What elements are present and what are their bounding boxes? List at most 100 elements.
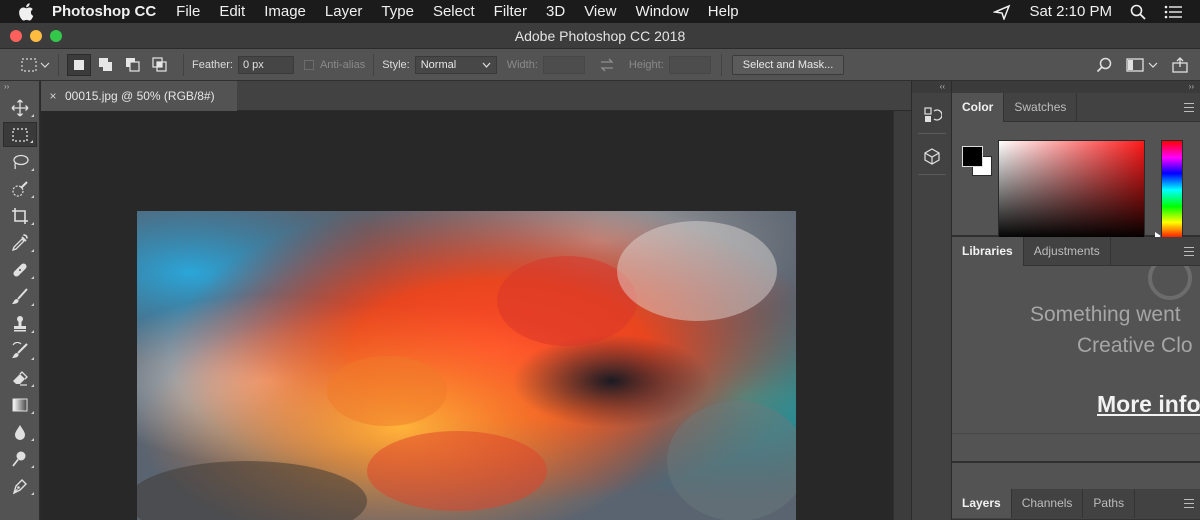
panel-menu-icon[interactable]	[1184, 247, 1194, 256]
share-icon[interactable]	[1172, 57, 1188, 73]
anti-alias-label: Anti-alias	[319, 58, 366, 71]
height-input[interactable]	[668, 55, 711, 74]
expand-dock-icon[interactable]: ‹‹	[912, 81, 951, 93]
crop-tool[interactable]	[3, 203, 37, 228]
tab-layers[interactable]: Layers	[952, 489, 1012, 518]
add-selection-icon	[99, 57, 112, 71]
tab-paths[interactable]: Paths	[1083, 489, 1136, 518]
menu-3d[interactable]: 3D	[546, 3, 565, 20]
bandage-icon	[13, 262, 27, 277]
workspace-icon	[1126, 58, 1144, 72]
swap-width-height-icon[interactable]	[599, 58, 615, 72]
3d-panel-button[interactable]	[916, 142, 948, 170]
menu-type[interactable]: Type	[381, 3, 414, 20]
divider	[58, 53, 59, 76]
history-brush-tool[interactable]	[3, 338, 37, 363]
tool-flyout-indicator	[31, 222, 34, 225]
canvas-area[interactable]	[41, 111, 893, 520]
spotlight-search-icon[interactable]	[1130, 4, 1146, 20]
apple-icon[interactable]	[0, 2, 52, 21]
move-tool[interactable]	[3, 95, 37, 120]
workspace-switcher[interactable]	[1126, 58, 1158, 72]
tab-color[interactable]: Color	[952, 93, 1005, 122]
menu-image[interactable]: Image	[264, 3, 306, 20]
collapse-toolbar-icon[interactable]: ››	[0, 81, 39, 93]
select-and-mask-button[interactable]: Select and Mask...	[731, 54, 845, 75]
intersect-selection-button[interactable]	[148, 54, 172, 76]
pen-icon	[12, 478, 27, 494]
dodge-tool[interactable]	[3, 446, 37, 471]
history-brush-icon	[12, 341, 28, 358]
style-select[interactable]: Normal	[414, 55, 497, 74]
macos-menu-bar: Photoshop CC File Edit Image Layer Type …	[0, 0, 1200, 23]
clone-stamp-tool[interactable]	[3, 311, 37, 336]
gradient-icon	[12, 398, 28, 411]
tool-preset-picker[interactable]	[20, 57, 50, 73]
tool-flyout-indicator	[31, 276, 34, 279]
tab-channels[interactable]: Channels	[1012, 489, 1084, 518]
pen-tool[interactable]	[3, 473, 37, 498]
subtract-from-selection-button[interactable]	[121, 54, 145, 76]
hue-slider[interactable]	[1161, 140, 1183, 240]
new-selection-button[interactable]	[67, 53, 91, 76]
color-saturation-field[interactable]	[998, 140, 1145, 240]
minimize-window-button[interactable]	[30, 30, 42, 42]
feather-label: Feather:	[192, 58, 233, 71]
libraries-panel: Something went Creative Clo More info	[952, 266, 1200, 463]
blur-tool[interactable]	[3, 419, 37, 444]
window-title-bar: Adobe Photoshop CC 2018	[0, 23, 1200, 49]
tab-swatches[interactable]: Swatches	[1004, 93, 1078, 122]
menu-edit[interactable]: Edit	[219, 3, 245, 20]
feather-input[interactable]: 0 px	[237, 55, 294, 74]
close-window-button[interactable]	[10, 30, 22, 42]
tool-flyout-indicator	[31, 114, 34, 117]
more-info-link[interactable]: More info	[1097, 391, 1200, 418]
menu-layer[interactable]: Layer	[325, 3, 363, 20]
tab-libraries[interactable]: Libraries	[952, 237, 1024, 266]
panel-menu-icon[interactable]	[1184, 103, 1194, 112]
menu-view[interactable]: View	[584, 3, 616, 20]
document-tab-bar: × 00015.jpg @ 50% (RGB/8#)	[41, 81, 911, 111]
search-icon[interactable]	[1096, 57, 1112, 73]
add-to-selection-button[interactable]	[94, 54, 118, 76]
window-controls	[10, 30, 70, 42]
app-menu[interactable]: Photoshop CC	[52, 3, 156, 20]
menu-file[interactable]: File	[176, 3, 200, 20]
quick-selection-tool[interactable]	[3, 176, 37, 201]
colorful-explosion-image	[137, 211, 796, 520]
width-input[interactable]	[542, 55, 585, 74]
zoom-window-button[interactable]	[50, 30, 62, 42]
menu-help[interactable]: Help	[708, 3, 739, 20]
collapsed-panel-dock: ‹‹	[911, 81, 952, 520]
gradient-tool[interactable]	[3, 392, 37, 417]
tab-adjustments[interactable]: Adjustments	[1024, 237, 1111, 266]
document-tab[interactable]: × 00015.jpg @ 50% (RGB/8#)	[41, 81, 237, 111]
divider	[917, 133, 946, 134]
brush-tool[interactable]	[3, 284, 37, 309]
creative-cloud-icon	[1148, 266, 1192, 300]
healing-brush-tool[interactable]	[3, 257, 37, 282]
menu-window[interactable]: Window	[635, 3, 688, 20]
tool-flyout-indicator	[31, 357, 34, 360]
document-image	[137, 211, 796, 520]
close-document-icon[interactable]: ×	[41, 89, 65, 103]
anti-alias-checkbox[interactable]	[303, 59, 314, 70]
lasso-tool[interactable]	[3, 149, 37, 174]
foreground-color-swatch[interactable]	[962, 146, 983, 167]
location-icon[interactable]	[993, 4, 1011, 20]
rectangular-marquee-tool[interactable]	[3, 122, 37, 147]
history-panel-button[interactable]	[916, 101, 948, 129]
notification-list-icon[interactable]	[1164, 5, 1182, 19]
eraser-tool[interactable]	[3, 365, 37, 390]
menu-select[interactable]: Select	[433, 3, 475, 20]
canvas-vertical-scrollbar[interactable]	[893, 111, 911, 520]
eyedropper-tool[interactable]	[3, 230, 37, 255]
brush-icon	[12, 287, 28, 304]
quick-selection-icon	[12, 180, 28, 197]
color-panel-tabs: Color Swatches	[952, 93, 1200, 122]
collapse-panels-icon[interactable]: ››	[952, 81, 1200, 93]
menubar-clock[interactable]: Sat 2:10 PM	[1029, 3, 1112, 20]
menu-filter[interactable]: Filter	[494, 3, 527, 20]
eraser-icon	[13, 370, 28, 386]
panel-menu-icon[interactable]	[1184, 499, 1194, 508]
